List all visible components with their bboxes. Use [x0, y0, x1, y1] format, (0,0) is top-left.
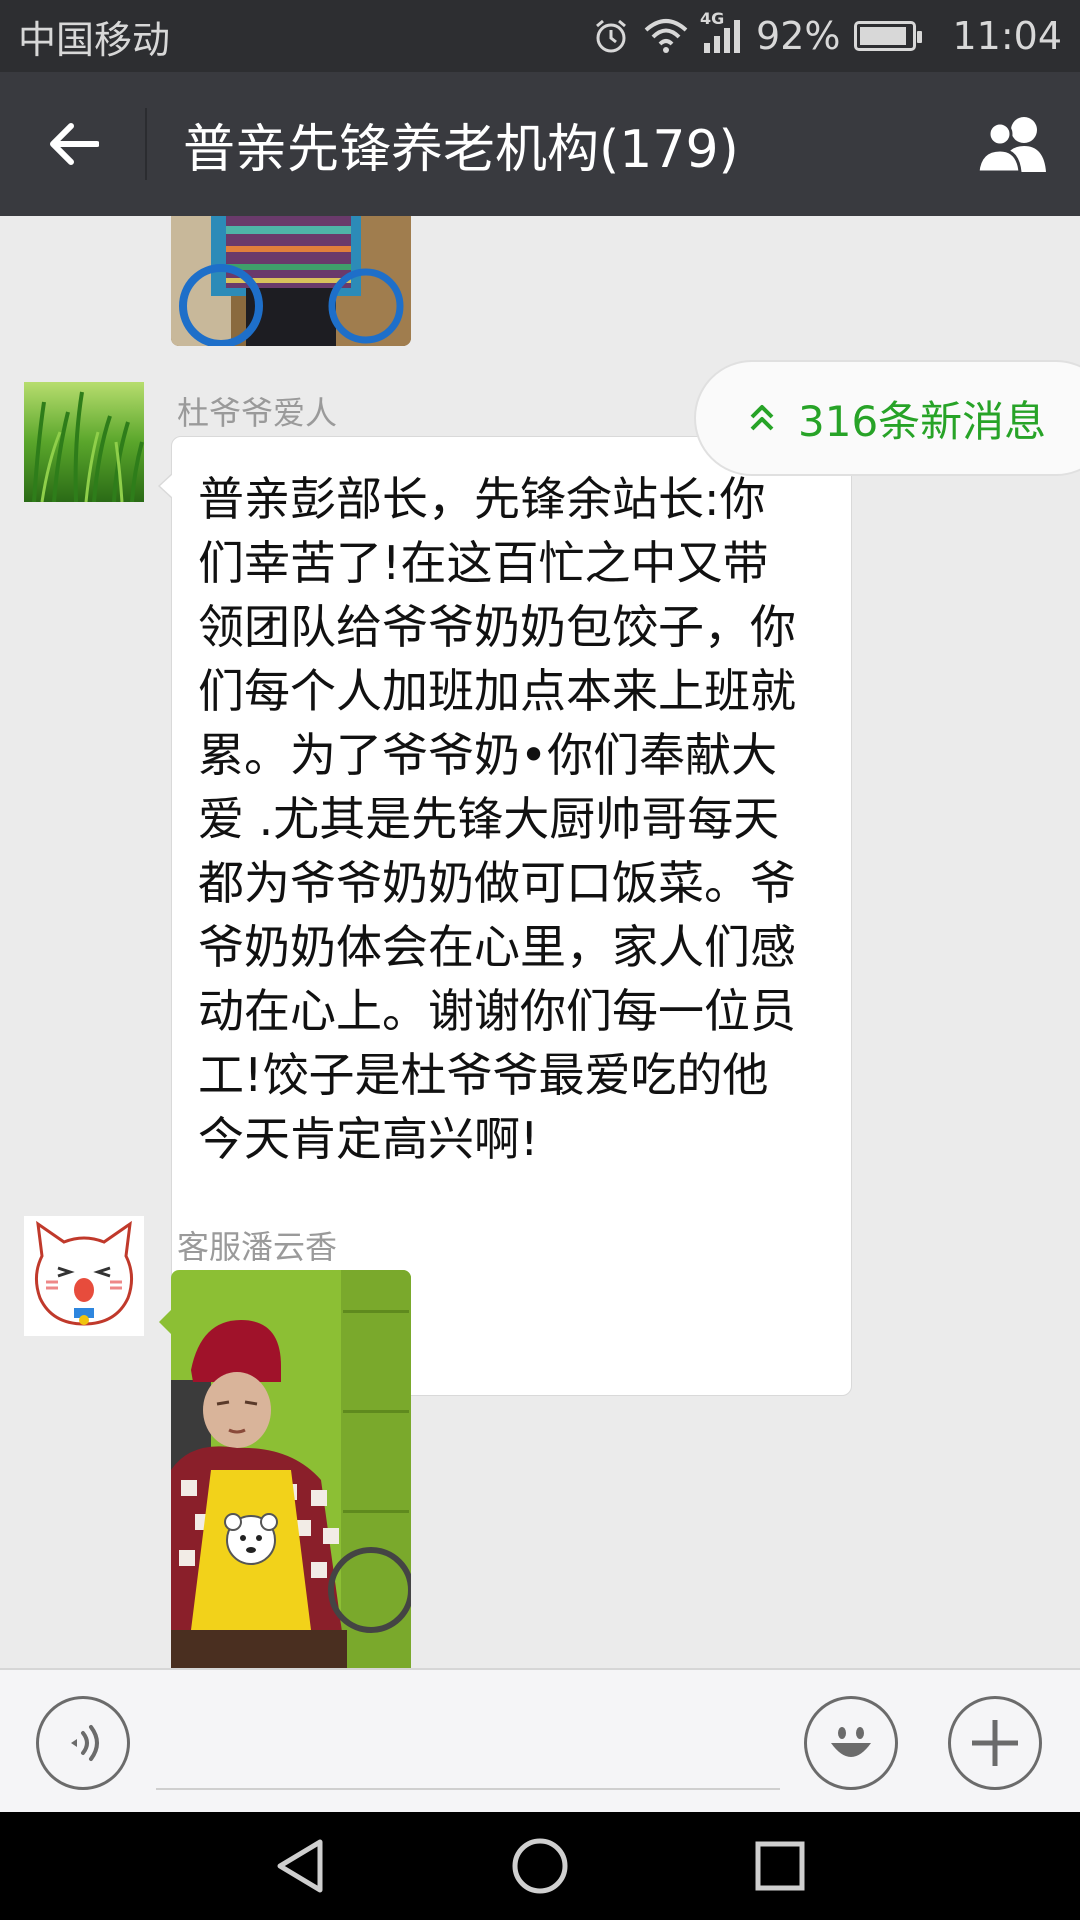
- image-bubble-tail: [159, 1310, 171, 1334]
- elderly-woman-photo: [171, 1270, 411, 1668]
- nav-back-icon: [277, 1839, 323, 1893]
- back-button[interactable]: [0, 72, 145, 216]
- chat-title: 普亲先锋养老机构(179): [183, 119, 739, 180]
- emoji-icon: [831, 1727, 871, 1757]
- new-messages-label: 316条新消息: [798, 396, 1047, 446]
- nav-back-button[interactable]: [180, 1812, 420, 1920]
- nav-home-button[interactable]: [420, 1812, 660, 1920]
- message-text-input[interactable]: [156, 1788, 780, 1790]
- input-bar: [0, 1668, 1080, 1812]
- battery-icon: [854, 21, 923, 51]
- avatar[interactable]: [24, 382, 144, 502]
- chat-area[interactable]: 杜爷爷爱人 普亲彭部长，先锋余站长:你 们幸苦了!在这百忙之中又带 领团队给爷爷…: [0, 216, 1080, 1668]
- group-members-icon: [976, 117, 1046, 174]
- network-type-label: 4G: [700, 9, 725, 28]
- nav-home-icon: [512, 1838, 568, 1894]
- cartoon-cat-avatar-image: [24, 1216, 144, 1336]
- image-message[interactable]: [171, 1270, 411, 1668]
- avatar[interactable]: [24, 1216, 144, 1336]
- nav-recents-icon: [755, 1841, 805, 1891]
- system-nav-bar: [0, 1812, 1080, 1920]
- sender-name: 杜爷爷爱人: [177, 394, 338, 432]
- chat-header: 普亲先锋养老机构(179): [0, 72, 1080, 216]
- double-chevron-up-icon: [750, 405, 774, 431]
- voice-icon: [71, 1725, 99, 1761]
- plus-icon: [972, 1720, 1018, 1766]
- nav-recents-button[interactable]: [660, 1812, 900, 1920]
- emoji-button[interactable]: [804, 1696, 898, 1790]
- wheelchair-photo: [171, 216, 411, 346]
- new-messages-button[interactable]: 316条新消息: [694, 360, 1080, 476]
- voice-button[interactable]: [36, 1696, 130, 1790]
- wifi-icon: [644, 18, 688, 54]
- more-options-button[interactable]: [948, 1696, 1042, 1790]
- battery-percent: 92%: [756, 14, 841, 58]
- arrow-left-icon: [49, 123, 99, 165]
- cell-signal-icon: 4G: [700, 9, 742, 55]
- clock: 11:04: [952, 14, 1062, 58]
- grass-avatar-image: [24, 382, 144, 502]
- image-message[interactable]: [171, 216, 411, 346]
- status-bar: 中国移动 4G 92% 11:04: [0, 0, 1080, 72]
- carrier-label: 中国移动: [18, 17, 171, 62]
- sender-name: 客服潘云香: [177, 1228, 338, 1266]
- alarm-icon: [592, 17, 630, 55]
- group-members-button[interactable]: [950, 72, 1080, 216]
